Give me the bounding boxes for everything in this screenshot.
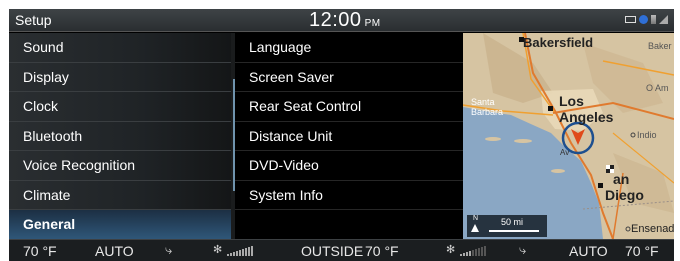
menu-item-voice-recognition[interactable]: Voice Recognition — [9, 151, 231, 181]
navigation-map[interactable]: Bakersfield Baker Los Angeles Santa Barb… — [463, 33, 674, 239]
submenu-item-distance-unit[interactable]: Distance Unit — [235, 122, 463, 151]
climate-bar: 70 °F AUTO ⤷ ✻ OUTSIDE 70 °F ✻ ⤷ AUTO 70… — [9, 239, 674, 261]
menu-item-general[interactable]: General — [9, 210, 231, 240]
map-label-baker: Baker — [648, 41, 672, 51]
submenu-item-screen-saver[interactable]: Screen Saver — [235, 63, 463, 92]
left-fan-icon[interactable]: ✻ — [213, 243, 222, 256]
signal-icon — [659, 15, 668, 24]
submenu-item-rear-seat-control[interactable]: Rear Seat Control — [235, 92, 463, 122]
map-scale-distance: 50 mi — [501, 217, 524, 227]
menu-item-clock[interactable]: Clock — [9, 92, 231, 122]
left-auto-mode[interactable]: AUTO — [95, 243, 134, 259]
submenu-item-dvd-video[interactable]: DVD-Video — [235, 151, 463, 181]
left-fan-level — [227, 246, 253, 256]
clock-ampm: PM — [364, 18, 381, 29]
map-label-diego: Diego — [605, 187, 644, 203]
status-icons — [625, 15, 668, 24]
menu-item-bluetooth[interactable]: Bluetooth — [9, 122, 231, 151]
map-label-barbara: Barbara — [471, 107, 504, 117]
map-label-indio: Indio — [637, 130, 657, 140]
general-settings-list: Language Screen Saver Rear Seat Control … — [235, 33, 463, 239]
menu-item-climate[interactable]: Climate — [9, 181, 231, 210]
right-airflow-icon[interactable]: ⤷ — [519, 242, 526, 258]
infotainment-screen: Setup 12:00 PM Sound Display Clock Blueto… — [9, 9, 674, 261]
menu-item-sound[interactable]: Sound — [9, 33, 231, 63]
map-label-avalon: Av — [560, 148, 570, 157]
map-label-angeles: Angeles — [559, 109, 614, 125]
outside-label: OUTSIDE — [301, 243, 364, 259]
map-label-santa: Santa — [471, 97, 495, 107]
map-label-oam: O Am — [646, 83, 669, 93]
setup-category-menu: Sound Display Clock Bluetooth Voice Reco… — [9, 33, 231, 240]
menu-item-display[interactable]: Display — [9, 63, 231, 92]
right-temp[interactable]: 70 °F — [625, 243, 659, 259]
outside-temp: 70 °F — [365, 243, 399, 259]
map-scale-bar — [489, 230, 539, 232]
map-scale: N 50 mi — [467, 215, 547, 237]
status-bar: Setup 12:00 PM — [9, 9, 674, 32]
left-airflow-icon[interactable]: ⤷ — [165, 242, 172, 258]
submenu-item-language[interactable]: Language — [235, 33, 463, 63]
left-temp[interactable]: 70 °F — [23, 243, 57, 259]
north-indicator: N — [473, 215, 479, 222]
clock[interactable]: 12:00 PM — [309, 9, 381, 32]
right-auto-mode[interactable]: AUTO — [569, 243, 608, 259]
map-label-an: an — [613, 171, 630, 187]
map-label-ensenada: Ensenad — [631, 223, 674, 235]
battery-icon — [625, 16, 636, 23]
clock-time: 12:00 — [309, 9, 362, 31]
right-fan-icon[interactable]: ✻ — [446, 243, 455, 256]
right-fan-level — [460, 246, 486, 256]
map-label-los: Los — [559, 93, 584, 109]
bluetooth-icon — [639, 15, 648, 24]
map-label-bakersfield: Bakersfield — [523, 35, 594, 50]
page-title: Setup — [15, 12, 52, 28]
north-arrow-icon — [471, 224, 479, 232]
bluetooth-battery-icon — [651, 15, 656, 24]
submenu-item-system-info[interactable]: System Info — [235, 181, 463, 210]
